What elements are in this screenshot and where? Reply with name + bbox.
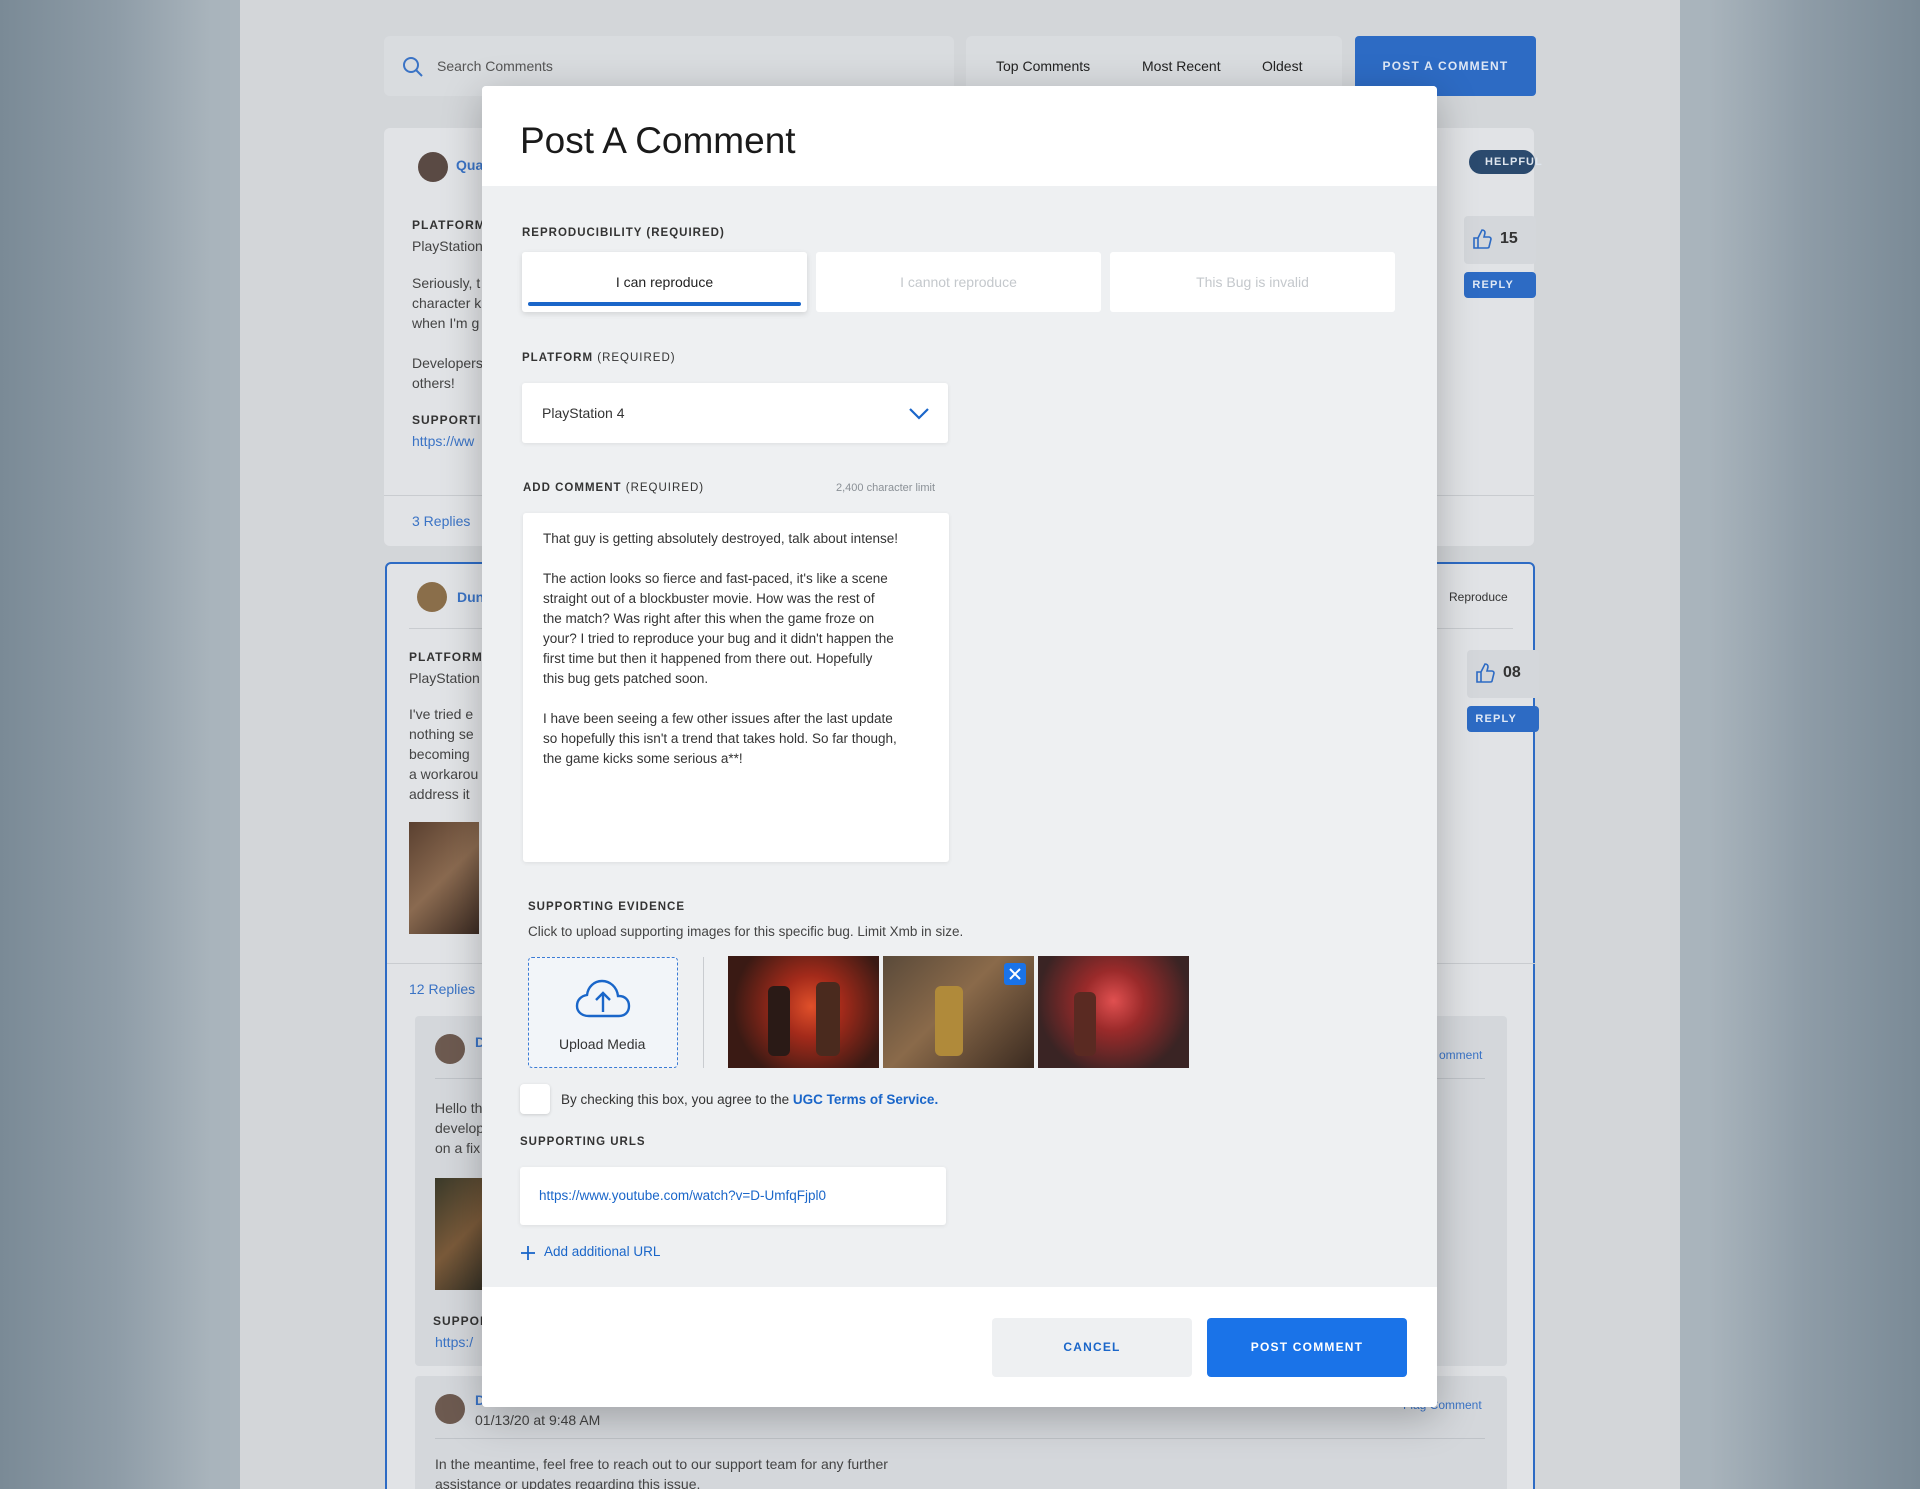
remove-image-button[interactable] — [1004, 963, 1026, 985]
selected-underline — [528, 302, 801, 306]
fighter-shape — [768, 986, 790, 1056]
add-comment-label-text: ADD COMMENT — [523, 482, 622, 494]
modal-header: Post A Comment — [482, 86, 1437, 186]
upload-media-label: Upload Media — [559, 1036, 646, 1052]
comment-line: the match? Was right after this when the… — [543, 611, 875, 626]
supporting-evidence-hint: Click to upload supporting images for th… — [528, 924, 964, 939]
fighter-shape — [935, 986, 963, 1056]
add-comment-required: (REQUIRED) — [625, 482, 705, 494]
option-label: I cannot reproduce — [900, 274, 1017, 290]
fighter-shape — [816, 982, 840, 1056]
cancel-button[interactable]: CANCEL — [992, 1318, 1192, 1377]
option-can-reproduce[interactable]: I can reproduce — [522, 252, 807, 312]
platform-required: (REQUIRED) — [597, 352, 676, 364]
comment-line: the game kicks some serious a**! — [543, 751, 743, 766]
chevron-down-icon — [909, 408, 929, 420]
comment-line: your? I tried to reproduce your bug and … — [543, 631, 894, 646]
option-bug-invalid[interactable]: This Bug is invalid — [1110, 252, 1395, 312]
comment-line: The action looks so fierce and fast-pace… — [543, 571, 888, 586]
modal-title: Post A Comment — [520, 120, 796, 161]
option-cannot-reproduce[interactable]: I cannot reproduce — [816, 252, 1101, 312]
modal-footer: CANCEL POST COMMENT — [482, 1287, 1437, 1407]
divider — [703, 957, 704, 1068]
terms-link[interactable]: UGC Terms of Service. — [793, 1092, 938, 1107]
character-limit: 2,400 character limit — [836, 482, 936, 494]
platform-value: PlayStation 4 — [542, 405, 625, 421]
evidence-thumbnail[interactable] — [883, 956, 1034, 1068]
post-comment-modal: Post A Comment REPRODUCIBILITY (REQUIRED… — [482, 86, 1437, 1407]
option-label: I can reproduce — [615, 274, 714, 290]
reproducibility-label: REPRODUCIBILITY (REQUIRED) — [522, 227, 725, 239]
comment-line: this bug gets patched soon. — [543, 671, 709, 686]
cloud-upload-icon — [575, 979, 631, 1018]
supporting-urls-label: SUPPORTING URLS — [520, 1136, 646, 1148]
option-label: This Bug is invalid — [1196, 274, 1309, 290]
evidence-thumbnail[interactable] — [1038, 956, 1189, 1068]
platform-select[interactable]: PlayStation 4 — [522, 383, 948, 443]
evidence-thumbnail[interactable] — [728, 956, 879, 1068]
platform-label: PLATFORM (REQUIRED) — [522, 352, 676, 364]
comment-line: first time but then it happened from the… — [543, 651, 873, 666]
url-value: https://www.youtube.com/watch?v=D-UmfqFj… — [539, 1188, 826, 1203]
platform-label-text: PLATFORM — [522, 352, 594, 364]
comment-textarea[interactable]: That guy is getting absolutely destroyed… — [523, 513, 949, 862]
post-comment-button[interactable]: POST COMMENT — [1207, 1318, 1407, 1377]
close-icon — [1009, 968, 1021, 980]
comment-paragraph: The action looks so fierce and fast-pace… — [543, 569, 929, 689]
comment-line: so hopefully this isn't a trend that tak… — [543, 731, 897, 746]
add-url-label: Add additional URL — [544, 1244, 661, 1259]
comment-line: straight out of a blockbuster movie. How… — [543, 591, 875, 606]
upload-media-dropzone[interactable]: Upload Media — [528, 957, 678, 1068]
terms-checkbox[interactable] — [520, 1084, 550, 1114]
comment-line: I have been seeing a few other issues af… — [543, 711, 893, 726]
comment-line: That guy is getting absolutely destroyed… — [543, 531, 898, 546]
add-url-link[interactable]: Add additional URL — [520, 1242, 720, 1262]
comment-paragraph: That guy is getting absolutely destroyed… — [543, 529, 929, 549]
comment-paragraph: I have been seeing a few other issues af… — [543, 709, 929, 769]
add-comment-label: ADD COMMENT (REQUIRED) — [523, 482, 704, 494]
plus-icon — [521, 1246, 535, 1260]
terms-prefix: By checking this box, you agree to the — [561, 1092, 793, 1107]
url-input[interactable]: https://www.youtube.com/watch?v=D-UmfqFj… — [520, 1167, 946, 1225]
terms-text: By checking this box, you agree to the U… — [561, 1092, 938, 1107]
fighter-shape — [1074, 992, 1096, 1056]
supporting-evidence-label: SUPPORTING EVIDENCE — [528, 901, 686, 913]
